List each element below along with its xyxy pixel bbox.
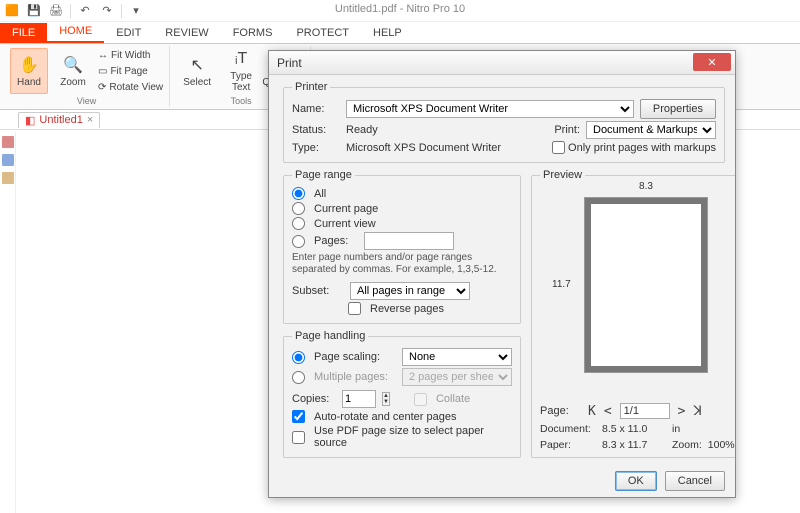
rotate-icon: ⟳ [98, 82, 106, 93]
side-panel [0, 132, 16, 513]
type-text-button[interactable]: ᵢTType Text [222, 48, 260, 94]
range-current-view-radio[interactable] [292, 217, 305, 230]
page-indicator[interactable]: 1/1 [620, 403, 670, 419]
dialog-titlebar: Print ✕ [269, 51, 735, 75]
page-label: Page: [540, 405, 580, 417]
printer-group: Printer Name: Microsoft XPS Document Wri… [283, 81, 725, 163]
multiple-radio[interactable] [292, 371, 305, 384]
fit-page-button[interactable]: ▭Fit Page [98, 64, 163, 79]
status-label: Status: [292, 124, 340, 136]
type-value: Microsoft XPS Document Writer [346, 142, 501, 154]
close-tab-icon[interactable]: × [87, 114, 93, 126]
auto-rotate-checkbox[interactable] [292, 410, 305, 423]
group-tools-label: Tools [231, 96, 252, 106]
tab-protect[interactable]: PROTECT [284, 23, 361, 43]
only-markups-label: Only print pages with markups [568, 142, 716, 154]
only-markups-checkbox[interactable] [552, 141, 565, 154]
range-hint: Enter page numbers and/or page ranges se… [292, 252, 512, 276]
page-range-group: Page range All Current page Current view… [283, 169, 521, 324]
type-text-icon: ᵢT [231, 49, 251, 69]
document-tab[interactable]: ◧ Untitled1 × [18, 112, 100, 128]
hand-icon: ✋ [19, 55, 39, 75]
tab-review[interactable]: REVIEW [153, 23, 220, 43]
quick-access-bar: 🟧 💾 🖨 ↶ ↷ ▾ Untitled1.pdf - Nitro Pro 10 [0, 0, 800, 22]
range-pages-radio[interactable] [292, 235, 305, 248]
next-page-icon[interactable]: > [678, 404, 686, 419]
copies-input[interactable] [342, 390, 376, 408]
undo-icon[interactable]: ↶ [77, 3, 93, 19]
print-content-label: Print: [554, 124, 580, 136]
zoom-icon: 🔍 [63, 55, 83, 75]
copies-stepper[interactable]: ▲▼ [382, 392, 390, 406]
hand-button[interactable]: ✋Hand [10, 48, 48, 94]
preview-group: Preview 8.3 11.7 Page: K < 1/1 > ꓘ Do [531, 169, 735, 458]
preview-width: 8.3 [584, 181, 708, 192]
subset-select[interactable]: All pages in range [350, 282, 470, 300]
cursor-icon: ↖ [187, 55, 207, 75]
tab-forms[interactable]: FORMS [221, 23, 285, 43]
close-icon: ✕ [707, 56, 716, 69]
group-view-label: View [77, 96, 96, 106]
first-page-icon[interactable]: K [588, 404, 596, 419]
zoom-button[interactable]: 🔍Zoom [54, 48, 92, 94]
ok-button[interactable]: OK [615, 471, 657, 491]
ribbon-tabs: FILE HOME EDIT REVIEW FORMS PROTECT HELP [0, 22, 800, 44]
tab-edit[interactable]: EDIT [104, 23, 153, 43]
tab-home[interactable]: HOME [47, 21, 104, 43]
pages-icon[interactable] [2, 154, 14, 166]
printer-select[interactable]: Microsoft XPS Document Writer [346, 100, 634, 118]
window-title: Untitled1.pdf - Nitro Pro 10 [0, 3, 800, 15]
rotate-view-button[interactable]: ⟳Rotate View [98, 80, 163, 95]
preview-area: 8.3 11.7 [540, 185, 735, 395]
fit-width-icon: ↔ [98, 50, 108, 61]
copies-label: Copies: [292, 393, 336, 405]
properties-button[interactable]: Properties [640, 99, 716, 119]
fit-page-icon: ▭ [98, 66, 107, 77]
pages-input[interactable] [364, 232, 454, 250]
range-current-page-radio[interactable] [292, 202, 305, 215]
tab-help[interactable]: HELP [361, 23, 414, 43]
pdf-icon: ◧ [25, 114, 35, 127]
range-all-radio[interactable] [292, 187, 305, 200]
dialog-footer: OK Cancel [269, 465, 735, 497]
bookmarks-icon[interactable] [2, 136, 14, 148]
subset-label: Subset: [292, 285, 344, 297]
save-icon[interactable]: 💾 [26, 3, 42, 19]
cancel-button[interactable]: Cancel [665, 471, 725, 491]
redo-icon[interactable]: ↷ [99, 3, 115, 19]
tab-file[interactable]: FILE [0, 23, 47, 43]
attachments-icon[interactable] [2, 172, 14, 184]
print-content-select[interactable]: Document & Markups [586, 121, 716, 139]
name-label: Name: [292, 103, 340, 115]
close-button[interactable]: ✕ [693, 53, 731, 71]
last-page-icon[interactable]: ꓘ [693, 404, 702, 419]
preview-page [584, 197, 708, 373]
dropdown-icon[interactable]: ▾ [128, 3, 144, 19]
status-value: Ready [346, 124, 378, 136]
fit-width-button[interactable]: ↔Fit Width [98, 48, 163, 63]
print-dialog: Print ✕ Printer Name: Microsoft XPS Docu… [268, 50, 736, 498]
type-label: Type: [292, 142, 340, 154]
preview-height: 11.7 [552, 279, 571, 290]
prev-page-icon[interactable]: < [604, 404, 612, 419]
app-icon: 🟧 [4, 3, 20, 19]
use-pdf-size-checkbox[interactable] [292, 431, 305, 444]
dialog-title: Print [277, 56, 302, 70]
page-handling-group: Page handling Page scaling: None Multipl… [283, 330, 521, 458]
collate-checkbox [414, 393, 427, 406]
multiple-select: 2 pages per sheet [402, 368, 512, 386]
print-icon[interactable]: 🖨 [48, 3, 64, 19]
select-button[interactable]: ↖Select [178, 48, 216, 94]
reverse-checkbox[interactable] [348, 302, 361, 315]
scaling-radio[interactable] [292, 351, 305, 364]
scaling-select[interactable]: None [402, 348, 512, 366]
